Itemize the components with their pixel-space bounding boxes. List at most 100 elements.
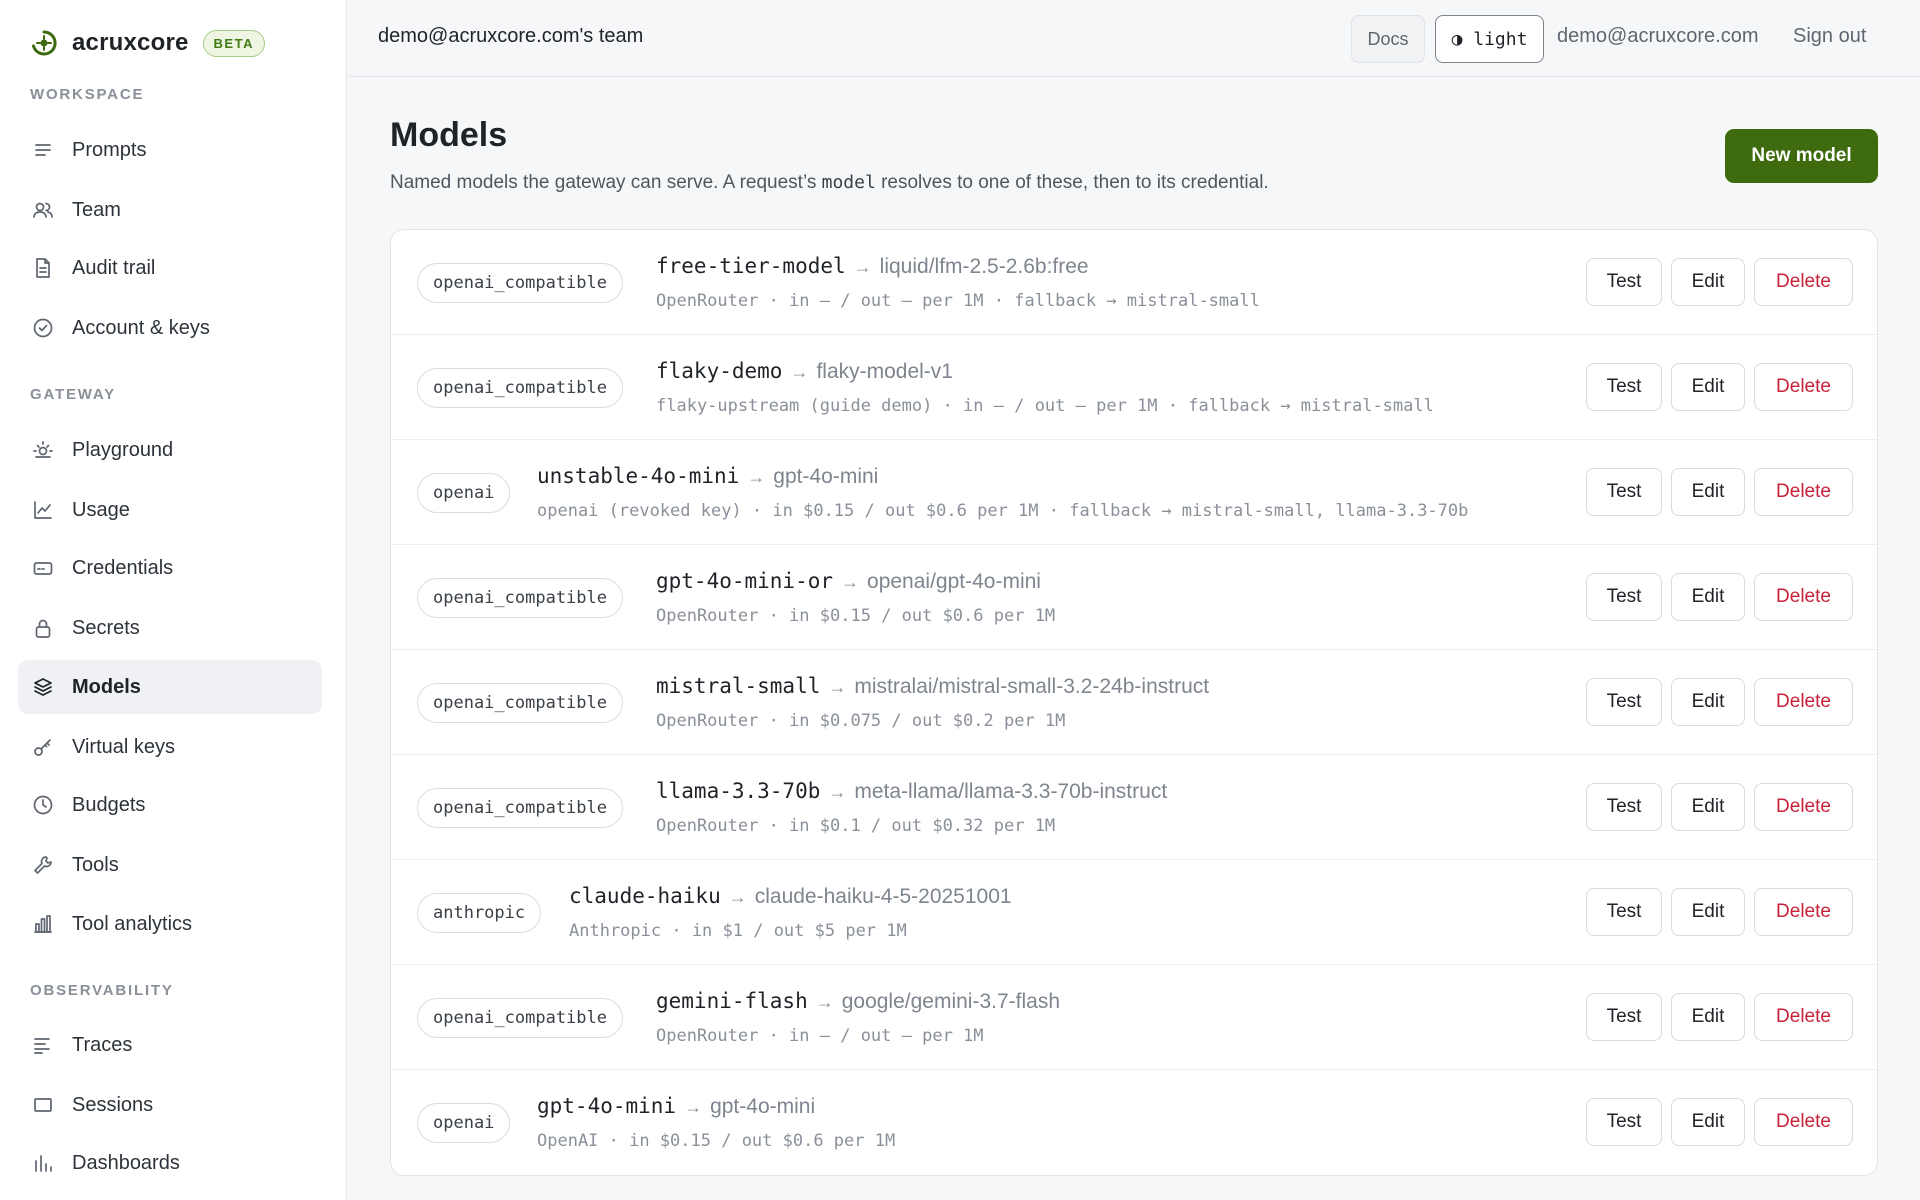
row-actions: Test Edit Delete [1586,1098,1853,1146]
sidebar-item-secrets[interactable]: Secrets [18,601,322,655]
edit-button[interactable]: Edit [1671,678,1745,726]
test-button[interactable]: Test [1586,1098,1662,1146]
model-line: free-tier-model → liquid/lfm-2.5-2.6b:free [656,254,1089,279]
sidebar-item-label: Tool analytics [72,912,193,935]
team-name[interactable]: demo@acruxcore.com's team [378,25,643,48]
model-line: mistral-small → mistralai/mistral-small-3.… [656,674,1209,699]
sidebar-item-prompts[interactable]: Prompts [18,123,322,177]
delete-button[interactable]: Delete [1754,993,1853,1041]
row-actions: Test Edit Delete [1586,993,1853,1041]
model-row: openai_compatible flaky-demo → flaky-model… [391,335,1877,440]
sidebar-item-audit-trail[interactable]: Audit trail [18,241,322,295]
sidebar-item-budgets[interactable]: Budgets [18,778,322,832]
sidebar-item-usage[interactable]: Usage [18,483,322,537]
sidebar-item-label: Secrets [72,616,140,639]
test-button[interactable]: Test [1586,468,1662,516]
test-button[interactable]: Test [1586,888,1662,936]
delete-button[interactable]: Delete [1754,678,1853,726]
test-button[interactable]: Test [1586,993,1662,1041]
provider-badge: openai_compatible [417,263,623,303]
provider-badge: openai_compatible [417,788,623,828]
sign-out-link[interactable]: Sign out [1793,25,1866,48]
sidebar-item-virtual-keys[interactable]: Virtual keys [18,720,322,774]
sidebar-item-label: Playground [72,438,174,461]
arrow-icon: → [841,572,860,592]
delete-button[interactable]: Delete [1754,1098,1853,1146]
edit-button[interactable]: Edit [1671,363,1745,411]
docs-button[interactable]: Docs [1351,15,1425,63]
test-button[interactable]: Test [1586,258,1662,306]
model-name: unstable-4o-mini [537,464,740,488]
brand[interactable]: acruxcore BETA [30,26,265,60]
model-line: gemini-flash → google/gemini-3.7-flash [656,989,1060,1014]
test-button[interactable]: Test [1586,678,1662,726]
delete-button[interactable]: Delete [1754,888,1853,936]
sidebar-item-account-keys[interactable]: Account & keys [18,301,322,355]
edit-button[interactable]: Edit [1671,888,1745,936]
edit-button[interactable]: Edit [1671,468,1745,516]
model-row: openai_compatible gemini-flash → google/ge… [391,965,1877,1070]
sidebar-item-models[interactable]: Models [18,660,322,714]
test-button[interactable]: Test [1586,363,1662,411]
delete-button[interactable]: Delete [1754,783,1853,831]
wrench-icon [32,854,54,876]
sidebar-item-team[interactable]: Team [18,183,322,237]
delete-button[interactable]: Delete [1754,468,1853,516]
model-name: gpt-4o-mini [537,1094,677,1118]
arrow-icon: → [815,992,834,1012]
test-button[interactable]: Test [1586,573,1662,621]
row-actions: Test Edit Delete [1586,468,1853,516]
provider-badge: openai_compatible [417,578,623,618]
document-icon [32,257,54,279]
edit-button[interactable]: Edit [1671,573,1745,621]
model-name: gemini-flash [656,989,808,1013]
card-icon [32,557,54,579]
sidebar-item-tools[interactable]: Tools [18,838,322,892]
section-observability: OBSERVABILITY [30,982,174,999]
check-circle-icon [32,317,54,339]
row-actions: Test Edit Delete [1586,783,1853,831]
delete-button[interactable]: Delete [1754,573,1853,621]
sidebar-item-label: Usage [72,498,130,521]
edit-button[interactable]: Edit [1671,783,1745,831]
user-email: demo@acruxcore.com [1557,25,1759,47]
model-target: mistralai/mistral-small-3.2-24b-instruct [854,675,1210,698]
beta-badge: BETA [202,29,265,57]
arrow-icon: → [853,257,872,277]
delete-button[interactable]: Delete [1754,363,1853,411]
sidebar-item-playground[interactable]: Playground [18,423,322,477]
model-line: llama-3.3-70b → meta-llama/llama-3.3-70b-i… [656,779,1167,804]
model-meta: OpenAI · in $0.15 / out $0.6 per 1M [537,1131,896,1151]
sidebar-item-label: Team [72,198,121,221]
model-row: openai_compatible llama-3.3-70b → meta-lla… [391,755,1877,860]
model-target: google/gemini-3.7-flash [841,990,1061,1013]
sidebar-item-tool-analytics[interactable]: Tool analytics [18,897,322,951]
desc-text-post: resolves to one of these, then to its cr… [875,172,1269,193]
arrow-icon: → [684,1097,703,1117]
test-button[interactable]: Test [1586,783,1662,831]
sidebar-item-traces[interactable]: Traces [18,1018,322,1072]
sidebar-item-dashboards[interactable]: Dashboards [18,1136,322,1190]
model-target: gpt-4o-mini [710,1095,816,1118]
model-row: anthropic claude-haiku → claude-haiku-4-5-… [391,860,1877,965]
sidebar-item-sessions[interactable]: Sessions [18,1078,322,1132]
model-meta: OpenRouter · in $0.075 / out $0.2 per 1M [656,711,1066,731]
provider-badge: openai [417,1103,511,1143]
sidebar-item-label: Credentials [72,556,174,579]
sidebar-item-label: Account & keys [72,316,210,339]
models-list: openai_compatible free-tier-model → liquid… [390,229,1878,1176]
theme-toggle-button[interactable]: ◑ light [1435,15,1544,63]
edit-button[interactable]: Edit [1671,258,1745,306]
new-model-button[interactable]: New model [1725,129,1878,183]
layers-icon [32,676,54,698]
edit-button[interactable]: Edit [1671,993,1745,1041]
model-line: flaky-demo → flaky-model-v1 [656,359,953,384]
line-chart-icon [32,499,54,521]
provider-badge: anthropic [417,893,542,933]
model-meta: OpenRouter · in — / out — per 1M · fallb… [656,291,1260,311]
model-row: openai_compatible mistral-small → mistrala… [391,650,1877,755]
edit-button[interactable]: Edit [1671,1098,1745,1146]
delete-button[interactable]: Delete [1754,258,1853,306]
sidebar-item-credentials[interactable]: Credentials [18,541,322,595]
sidebar-item-label: Sessions [72,1093,154,1116]
